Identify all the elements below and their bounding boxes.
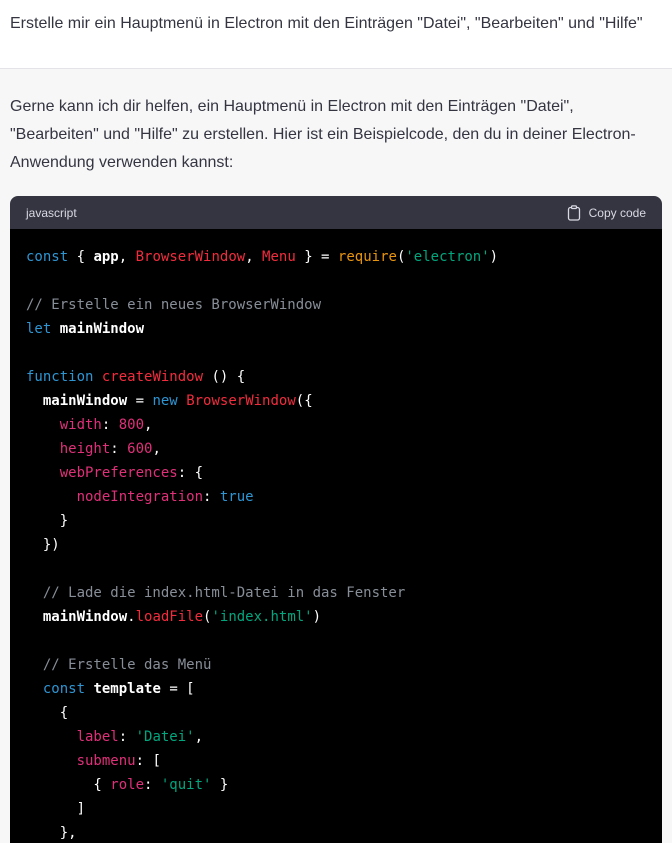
code-line: mainWindow.loadFile('index.html') [42,609,322,625]
code-line: } [26,513,69,529]
code-line: label: 'Datei', [76,729,204,745]
clipboard-icon [567,204,581,221]
code-line: const { app, BrowserWindow, Menu } = req… [26,249,499,265]
code-line: function createWindow () { [26,369,246,385]
code-line: { role: 'quit' } [26,777,229,793]
assistant-message: Gerne kann ich dir helfen, ein Hauptmenü… [0,68,672,843]
code-line: // Erstelle das Menü [42,657,212,673]
assistant-intro-text: Gerne kann ich dir helfen, ein Hauptmenü… [10,98,636,171]
user-message: Erstelle mir ein Hauptmenü in Electron m… [0,0,672,68]
code-line: // Lade die index.html-Datei in das Fens… [42,585,406,601]
code-line: const template = [ [42,681,195,697]
code-block-header: javascript Copy code [10,196,662,229]
code-line: }, [26,825,77,841]
code-line: mainWindow = new BrowserWindow({ [42,393,313,409]
code-line: { [26,705,69,721]
user-message-text: Erstelle mir ein Hauptmenü in Electron m… [10,15,643,32]
code-line: let mainWindow [26,321,145,337]
code-line: height: 600, [59,441,161,457]
code-line: ] [26,801,86,817]
code-line: width: 800, [59,417,153,433]
code-line: nodeIntegration: true [76,489,254,505]
code-line: }) [26,537,60,553]
copy-code-label: Copy code [588,205,646,220]
code-line: // Erstelle ein neues BrowserWindow [26,297,322,313]
code-content: const { app, BrowserWindow, Menu } = req… [10,229,662,843]
code-language-label: javascript [26,205,77,220]
code-line: submenu: [ [76,753,161,769]
copy-code-button[interactable]: Copy code [567,204,646,221]
code-line: webPreferences: { [59,465,204,481]
code-block: javascript Copy code const { app, Browse… [10,196,662,843]
